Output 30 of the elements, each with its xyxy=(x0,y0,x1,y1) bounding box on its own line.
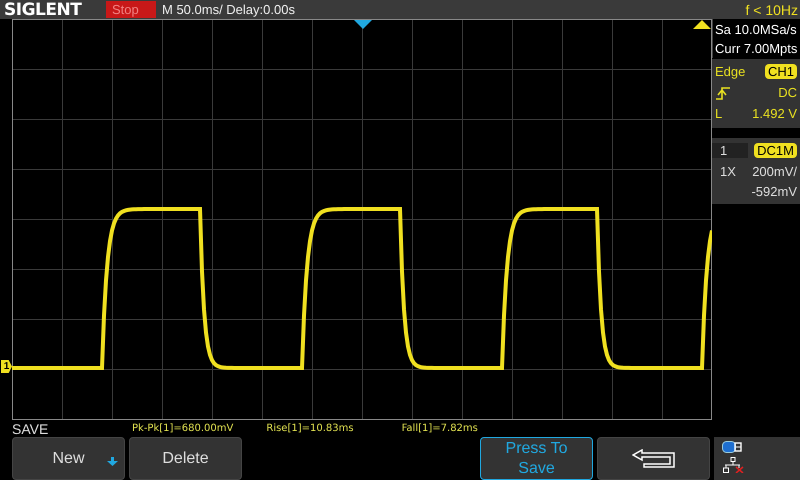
rising-edge-icon xyxy=(715,86,731,100)
vertical-offset: -592mV xyxy=(750,184,797,198)
back-button[interactable] xyxy=(597,437,710,480)
channel-coupling: DC1M xyxy=(754,143,797,158)
measurement-readout: Pk-Pk[1]=680.00mV xyxy=(132,423,234,434)
measurement-readout: Rise[1]=10.83ms xyxy=(266,423,354,434)
measurement-readout: Fall[1]=7.82ms xyxy=(402,423,478,434)
new-dropdown-button[interactable]: New xyxy=(12,437,125,480)
frequency-readout: f < 10Hz xyxy=(745,2,799,18)
timebase-readout: M 50.0ms/ Delay:0.00s xyxy=(162,2,295,17)
brand-logo: SIGLENT xyxy=(4,0,83,20)
usb-icon xyxy=(722,441,742,453)
channel-number: 1 xyxy=(712,143,748,158)
network-disconnected-icon xyxy=(722,457,744,473)
save-button[interactable]: Press To Save xyxy=(480,437,593,480)
trigger-coupling: DC xyxy=(778,85,797,100)
delete-button[interactable]: Delete xyxy=(129,437,242,480)
trigger-source: CH1 xyxy=(764,64,797,79)
sample-rate-readout: Sa 10.0MSa/s xyxy=(715,21,798,39)
memory-depth-readout: Curr 7.00Mpts xyxy=(715,40,798,58)
down-arrow-icon xyxy=(107,457,118,466)
run-state-indicator: Stop xyxy=(106,1,156,18)
menu-title: SAVE xyxy=(11,420,50,436)
trigger-type: Edge xyxy=(715,64,746,79)
trigger-level-label: L xyxy=(715,106,722,121)
back-arrow-icon xyxy=(632,448,676,468)
channel-marker: 1 xyxy=(1,360,12,373)
trigger-level-readout: 1.492 V xyxy=(752,106,797,121)
probe-ratio: 1X xyxy=(719,164,736,179)
vertical-scale: 200mV/ xyxy=(751,164,797,179)
